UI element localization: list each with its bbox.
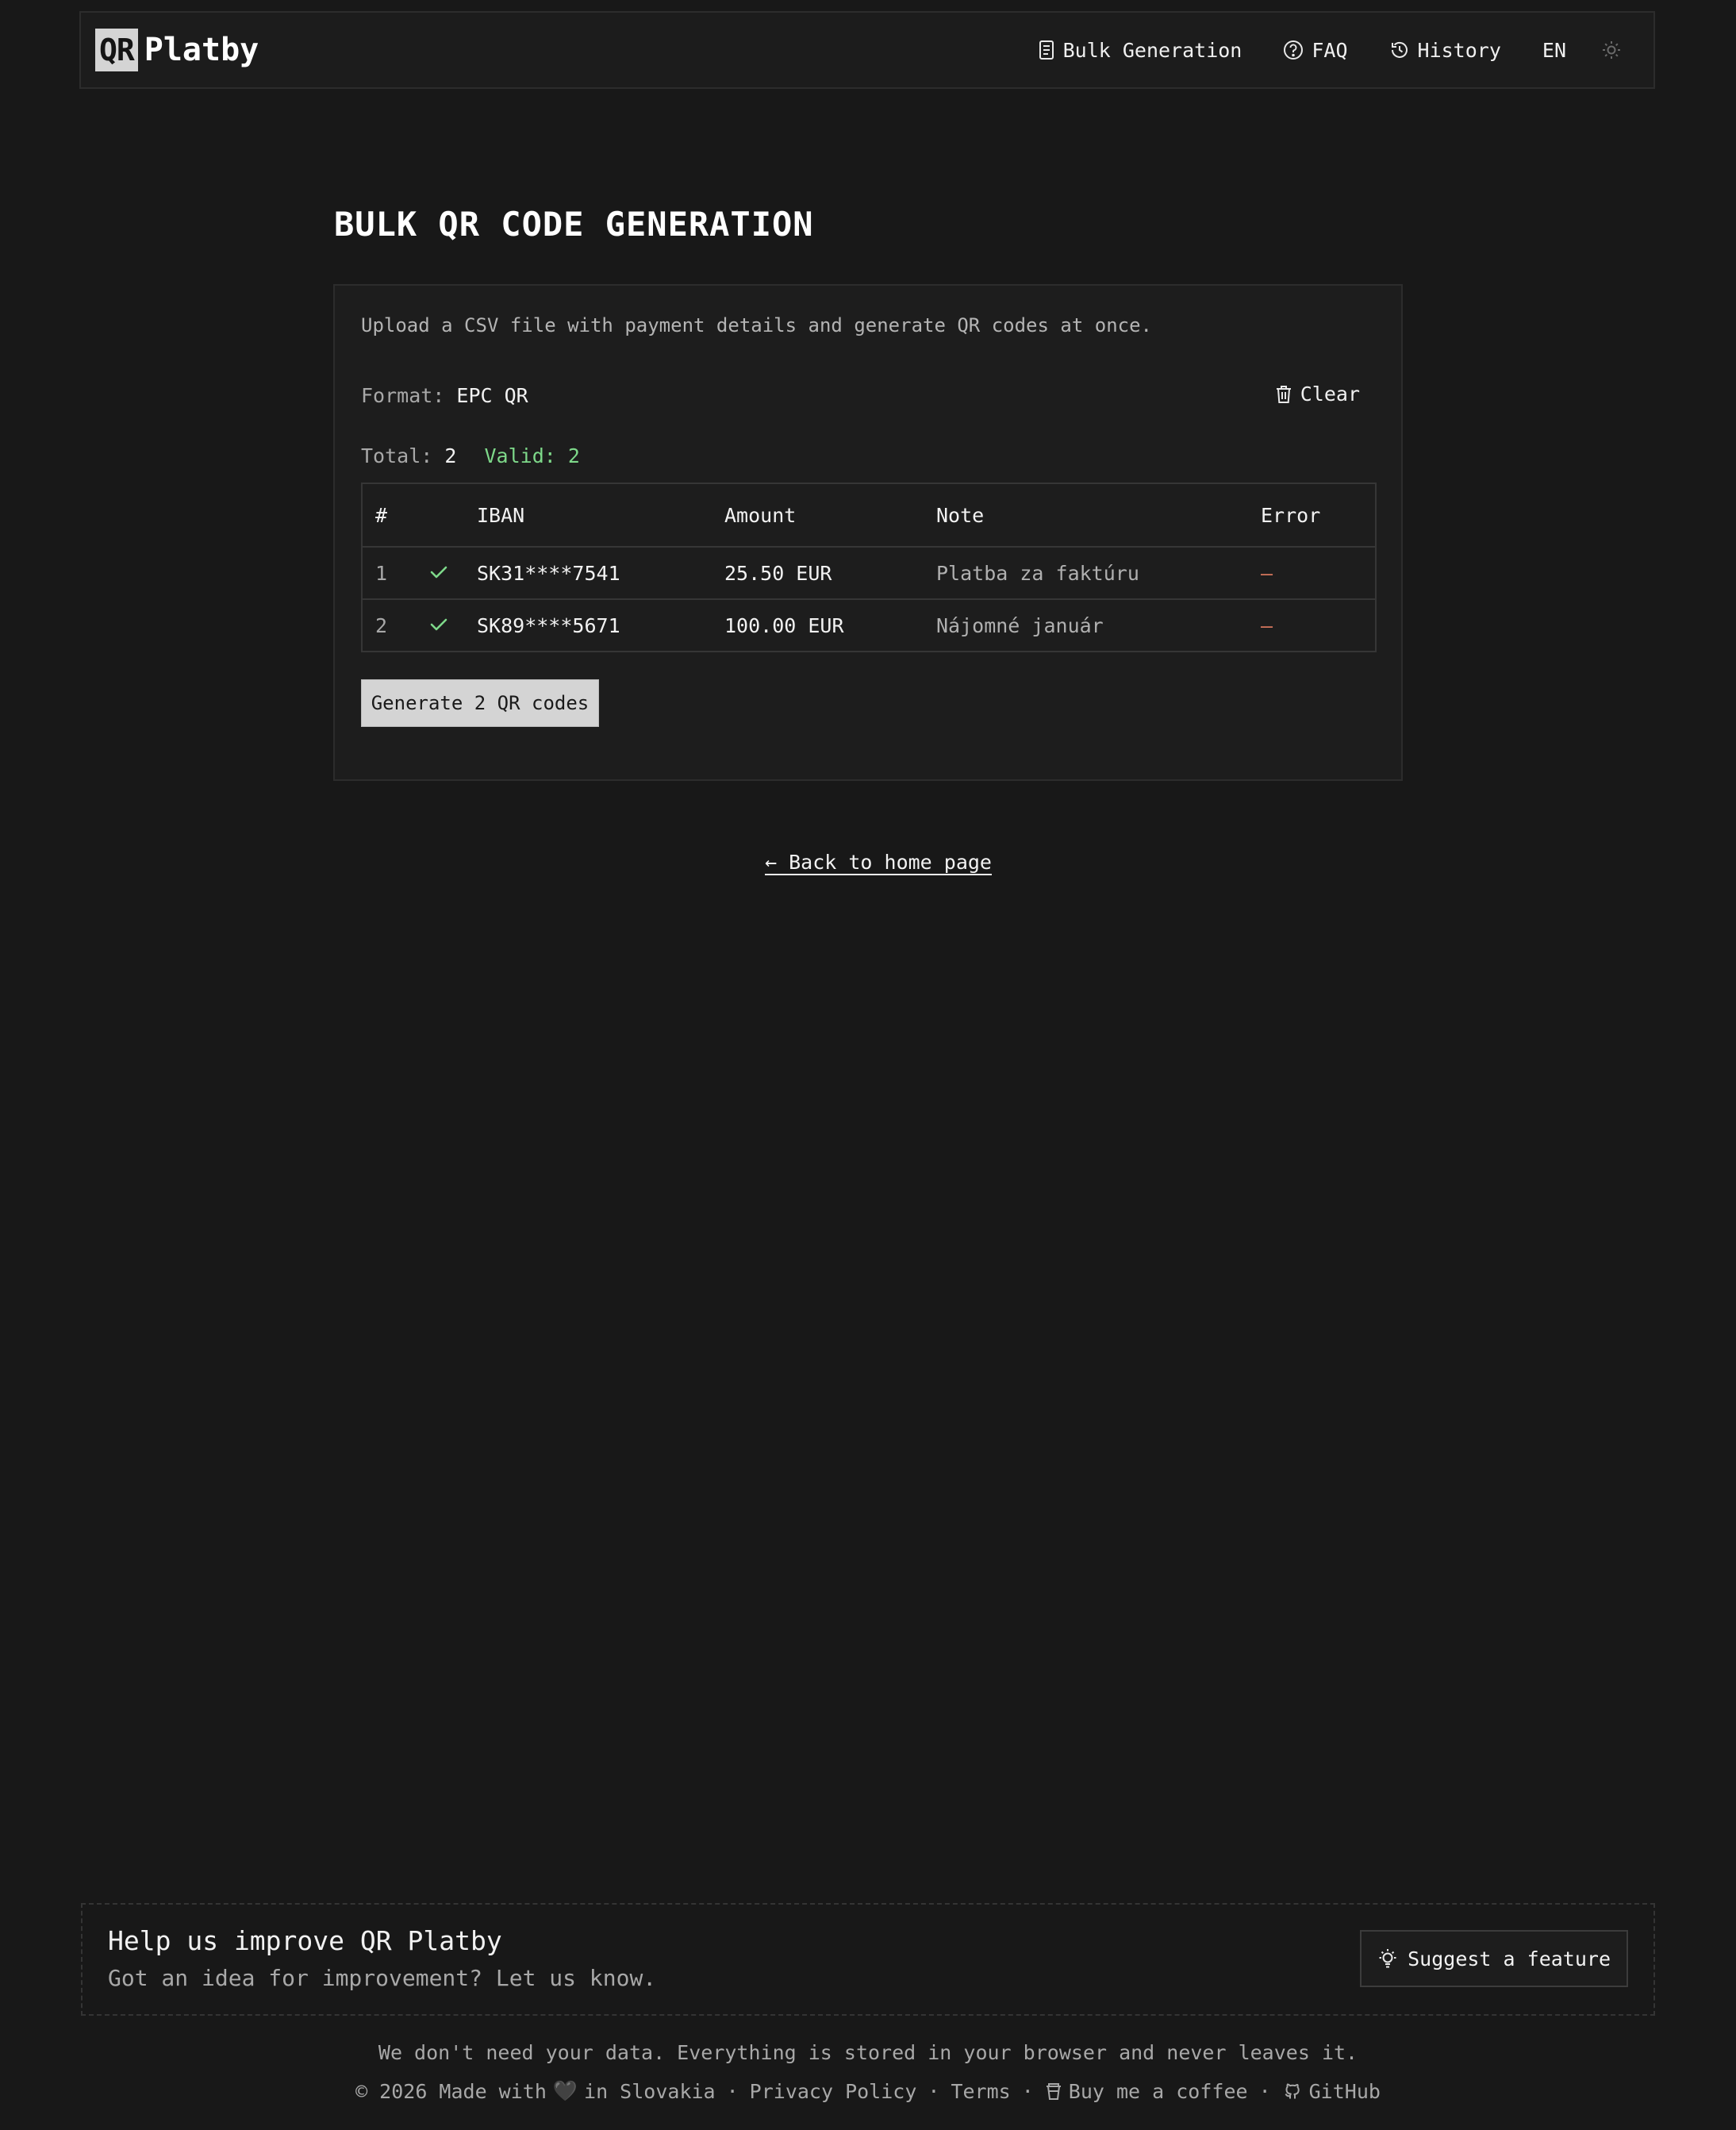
check-icon xyxy=(430,618,447,630)
col-header-status xyxy=(417,484,464,548)
separator: · xyxy=(726,2079,739,2103)
top-navbar: QR Platby Bulk Generation FAQ History EN xyxy=(79,11,1655,89)
logo-text: Platby xyxy=(144,32,259,68)
feedback-banner: Help us improve QR Platby Got an idea fo… xyxy=(81,1903,1655,2016)
nav-bulk-generation-label: Bulk Generation xyxy=(1062,38,1242,62)
payments-table: # IBAN Amount Note Error 1 SK31****7541 … xyxy=(361,483,1377,652)
clear-button[interactable]: Clear xyxy=(1275,383,1360,406)
row-note: Platba za faktúru xyxy=(936,561,1139,585)
nav-faq[interactable]: FAQ xyxy=(1283,38,1348,62)
nav-bulk-generation[interactable]: Bulk Generation xyxy=(1038,39,1242,62)
row-iban: SK89****5671 xyxy=(464,598,712,651)
github-label: GitHub xyxy=(1308,2079,1381,2103)
row-error: — xyxy=(1261,561,1273,585)
counts-summary: Total: 2 Valid: 2 xyxy=(361,444,580,467)
terms-link[interactable]: Terms xyxy=(951,2080,1010,2103)
heart-icon: 🖤 xyxy=(552,2079,578,2102)
nav-history-label: History xyxy=(1417,38,1501,62)
feedback-subtitle: Got an idea for improvement? Let us know… xyxy=(108,1965,657,1991)
valid-count: Valid: 2 xyxy=(484,444,580,467)
feedback-title: Help us improve QR Platby xyxy=(108,1925,502,1956)
trash-icon xyxy=(1276,385,1291,403)
col-header-index: # xyxy=(363,484,417,548)
sun-icon xyxy=(1603,41,1620,59)
row-iban: SK31****7541 xyxy=(477,561,620,585)
total-value: 2 xyxy=(444,444,457,467)
suggest-feature-label: Suggest a feature xyxy=(1408,1947,1611,1970)
row-amount: 100.00 EUR xyxy=(712,598,924,651)
theme-toggle[interactable] xyxy=(1601,40,1622,60)
document-icon xyxy=(1039,40,1054,60)
col-header-amount: Amount xyxy=(712,484,924,548)
back-to-home-link[interactable]: ← Back to home page xyxy=(765,851,992,874)
main-nav: Bulk Generation FAQ History EN xyxy=(997,13,1639,87)
row-index: 1 xyxy=(375,561,388,585)
language-switcher[interactable]: EN xyxy=(1542,39,1566,62)
logo[interactable]: QR Platby xyxy=(95,29,259,71)
format-info: Format: EPC QR xyxy=(361,384,528,407)
total-label: Total: xyxy=(361,444,433,467)
separator: · xyxy=(1021,2079,1034,2103)
buy-me-a-coffee-label: Buy me a coffee xyxy=(1068,2079,1248,2103)
col-header-iban: IBAN xyxy=(464,484,712,548)
col-header-error: Error xyxy=(1248,484,1375,548)
format-value: EPC QR xyxy=(456,384,528,407)
row-status xyxy=(417,547,464,599)
row-index: 2 xyxy=(363,598,417,651)
row-note: Nájomné január xyxy=(924,598,1248,651)
coffee-cup-icon xyxy=(1046,2083,1061,2100)
row-status xyxy=(417,598,464,651)
copyright-text: © 2026 Made with xyxy=(355,2079,547,2103)
github-icon xyxy=(1285,2083,1300,2099)
privacy-note: We don't need your data. Everything is s… xyxy=(378,2041,1358,2064)
nav-faq-label: FAQ xyxy=(1312,38,1348,62)
history-icon xyxy=(1391,41,1408,58)
nav-history[interactable]: History xyxy=(1389,39,1501,62)
question-circle-icon xyxy=(1284,40,1304,60)
col-header-note: Note xyxy=(924,484,1248,548)
lightbulb-icon xyxy=(1379,1949,1396,1968)
buy-me-a-coffee-link[interactable]: Buy me a coffee xyxy=(1045,2080,1248,2103)
generate-qr-codes-button[interactable]: Generate 2 QR codes xyxy=(361,679,599,727)
logo-qr-mark: QR xyxy=(95,29,138,71)
row-error: — xyxy=(1248,598,1375,651)
separator: · xyxy=(928,2079,940,2103)
github-link[interactable]: GitHub xyxy=(1282,2080,1381,2103)
bulk-upload-card: Upload a CSV file with payment details a… xyxy=(333,284,1403,781)
format-label: Format: xyxy=(361,384,445,407)
upload-description: Upload a CSV file with payment details a… xyxy=(361,314,1152,336)
clear-label: Clear xyxy=(1300,383,1360,406)
suggest-feature-button[interactable]: Suggest a feature xyxy=(1360,1930,1628,1987)
separator: · xyxy=(1258,2079,1271,2103)
check-icon xyxy=(430,566,447,578)
footer-links: © 2026 Made with 🖤 in Slovakia · Privacy… xyxy=(0,2079,1736,2103)
copyright-location: in Slovakia xyxy=(584,2079,716,2103)
table-row: 1 SK31****7541 25.50 EUR Platba za faktú… xyxy=(363,547,1375,599)
privacy-policy-link[interactable]: Privacy Policy xyxy=(750,2080,917,2103)
table-row: 2 SK89****5671 100.00 EUR Nájomné január… xyxy=(363,598,1375,651)
table-header-row: # IBAN Amount Note Error xyxy=(363,484,1375,548)
page-title: BULK QR CODE GENERATION xyxy=(334,205,814,244)
row-amount: 25.50 EUR xyxy=(724,561,832,585)
